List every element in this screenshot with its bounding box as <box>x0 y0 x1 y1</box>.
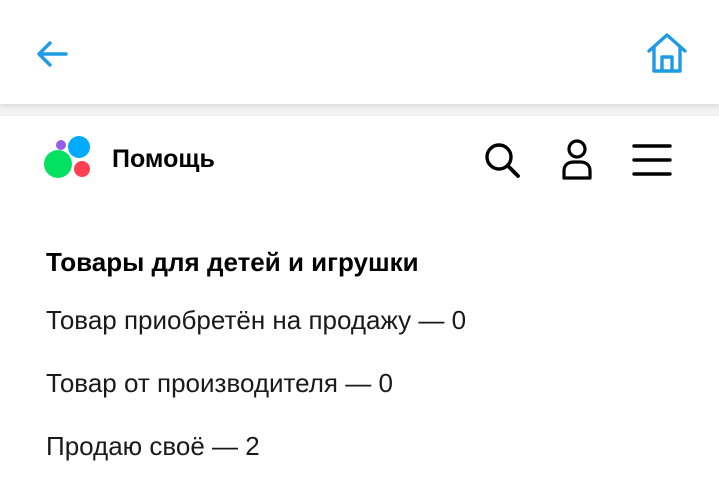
logo-dot-red <box>74 161 90 177</box>
content-panel: Товары для детей и игрушки Товар приобре… <box>0 210 719 494</box>
back-button[interactable] <box>30 32 74 76</box>
logo-dot-blue <box>68 136 90 158</box>
hamburger-menu-icon <box>632 144 672 176</box>
home-button[interactable] <box>644 30 690 76</box>
site-header: Помощь <box>0 116 719 210</box>
profile-button[interactable] <box>555 138 599 182</box>
user-icon <box>562 139 592 180</box>
page-title[interactable]: Помощь <box>112 144 215 174</box>
section-title: Товары для детей и игрушки <box>46 247 419 277</box>
list-item[interactable]: Товар от производителя — 0 <box>46 367 393 399</box>
top-app-bar <box>0 0 719 104</box>
arrow-left-icon <box>37 41 68 67</box>
search-icon <box>485 143 520 178</box>
menu-button[interactable] <box>630 138 674 182</box>
logo-dot-green <box>44 150 72 178</box>
search-button[interactable] <box>480 138 524 182</box>
avito-logo-icon[interactable] <box>42 136 94 178</box>
list-item[interactable]: Продаю своё — 2 <box>46 430 260 462</box>
home-icon <box>647 33 687 73</box>
logo-dot-purple <box>56 140 66 150</box>
list-item[interactable]: Товар приобретён на продажу — 0 <box>46 304 466 336</box>
